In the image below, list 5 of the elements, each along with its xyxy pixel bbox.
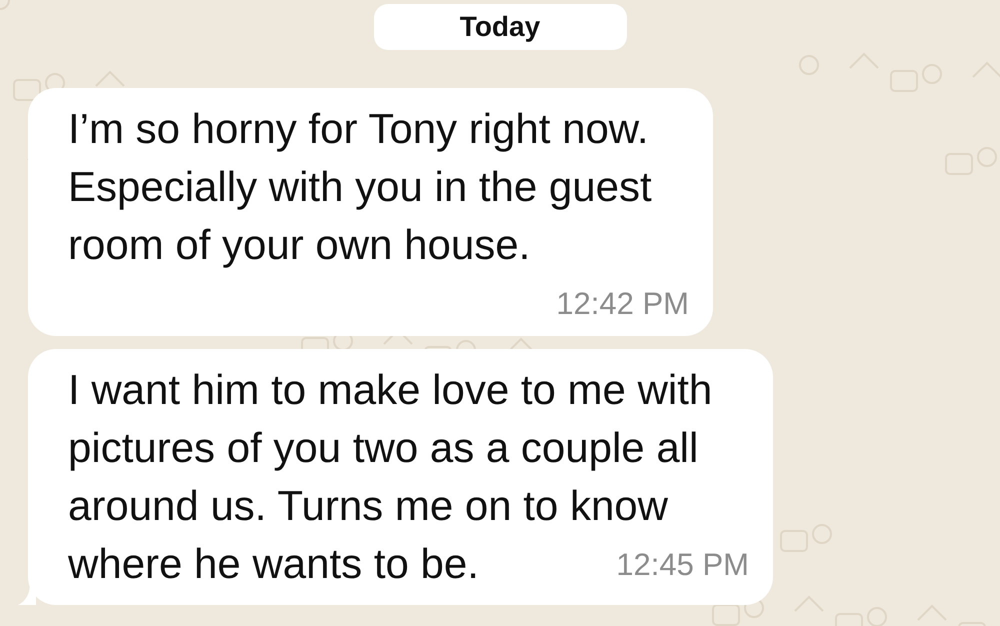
message-text: I’m so horny for Tony right now. Especially with you in the guest room of your own house. 12:42 PM bbox=[68, 100, 689, 324]
message-time: 12:42 PM bbox=[556, 285, 689, 323]
date-pill: Today bbox=[374, 4, 626, 50]
message-time: 12:45 PM bbox=[616, 546, 749, 584]
message-text: I want him to make love to me with pictures of you two as a couple all around us. Turns me on to know where he wants to be. 12:45 PM bbox=[68, 365, 749, 589]
